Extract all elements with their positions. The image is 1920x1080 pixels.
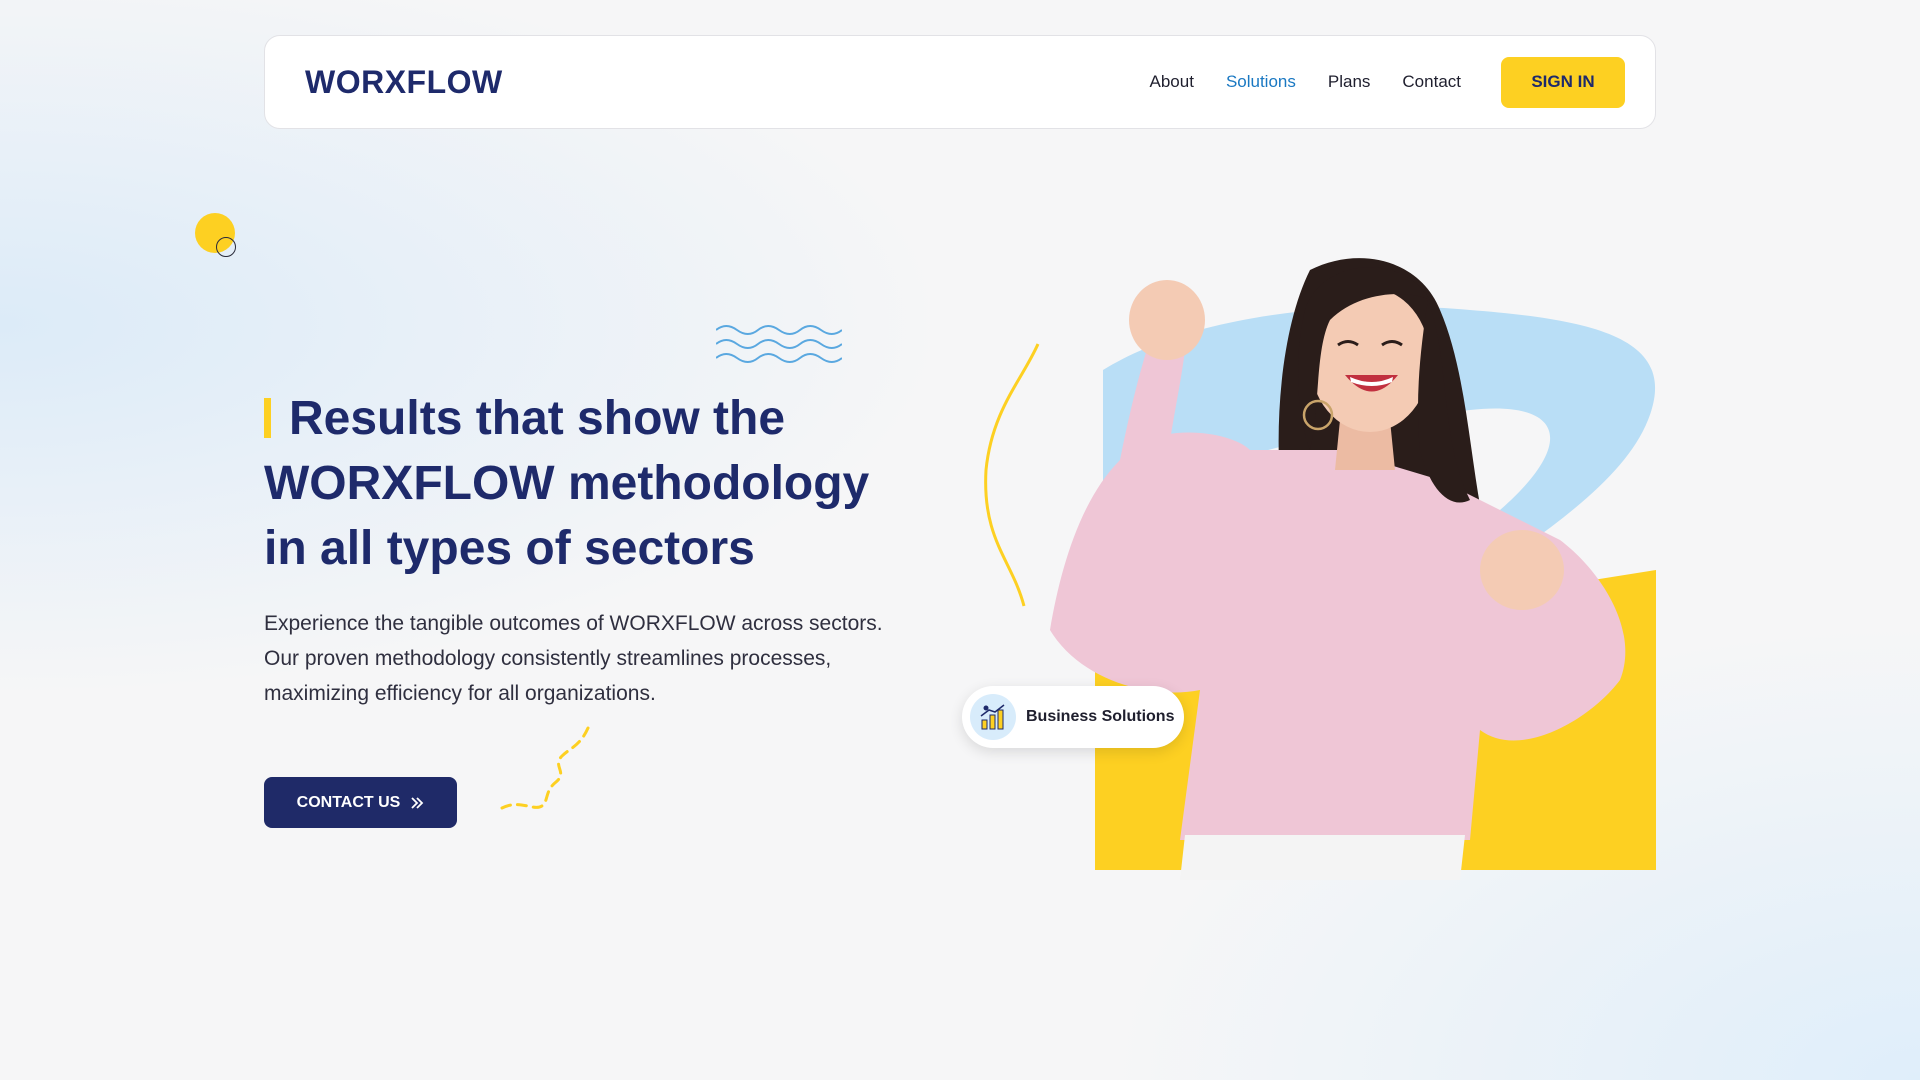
contact-us-label: CONTACT US — [296, 793, 401, 811]
smiling-woman-image — [1050, 258, 1626, 880]
business-chart-icon — [970, 694, 1016, 740]
business-solutions-badge[interactable]: Business Solutions — [962, 686, 1184, 748]
hero-visual — [984, 250, 1670, 880]
sign-in-button[interactable]: SIGN IN — [1501, 56, 1625, 108]
nav-about[interactable]: About — [1150, 72, 1194, 92]
hero-description: Experience the tangible outcomes of WORX… — [264, 612, 883, 705]
logo[interactable]: WORXFLOW — [305, 64, 503, 101]
decorative-ring — [216, 237, 236, 257]
navbar: WORXFLOW About Solutions Plans Contact S… — [264, 35, 1656, 129]
logo-text: WORXFLOW — [305, 63, 503, 100]
nav-plans[interactable]: Plans — [1328, 72, 1371, 92]
hero-line3-bold: sectors — [584, 522, 755, 575]
nav-contact[interactable]: Contact — [1402, 72, 1461, 92]
hero-line3-text: in all types of — [264, 522, 585, 575]
squiggle-decoration — [500, 726, 590, 810]
double-chevron-right-icon — [411, 796, 424, 809]
hero-line1-text: Results that show the — [289, 392, 786, 445]
hero-title-line2: WORXFLOW methodology — [264, 457, 870, 510]
waves-decoration — [716, 325, 842, 363]
nav-links: About Solutions Plans Contact SIGN IN — [1150, 56, 1625, 108]
nav-solutions[interactable]: Solutions — [1226, 72, 1296, 92]
hero-title: Results that show the WORXFLOW methodolo… — [264, 386, 964, 581]
hero-title-line1: Results that show the — [264, 386, 964, 451]
accent-bar — [264, 398, 271, 438]
contact-us-button[interactable]: CONTACT US — [264, 777, 457, 828]
hero-title-line3: in all types of sectors — [264, 516, 964, 581]
badge-label: Business Solutions — [1026, 708, 1175, 725]
